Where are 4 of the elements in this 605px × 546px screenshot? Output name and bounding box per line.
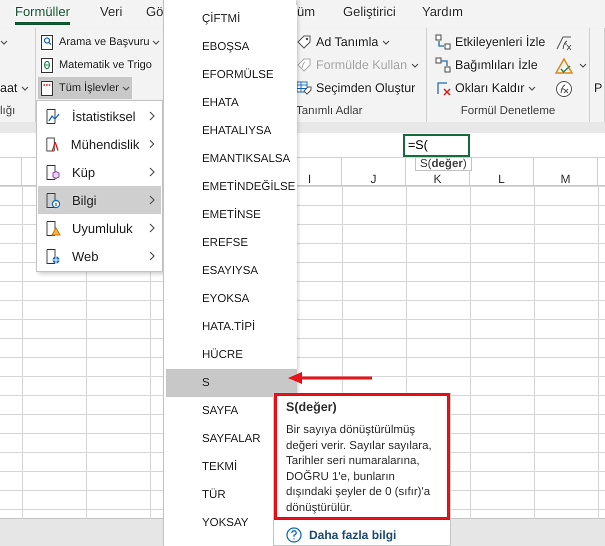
- group-label: Tanımlı Adlar: [295, 105, 364, 117]
- group-label: Formül Denetleme: [460, 105, 556, 117]
- group-label: lığı: [0, 105, 16, 117]
- function-hint-tooltip: S(değer): [415, 157, 472, 171]
